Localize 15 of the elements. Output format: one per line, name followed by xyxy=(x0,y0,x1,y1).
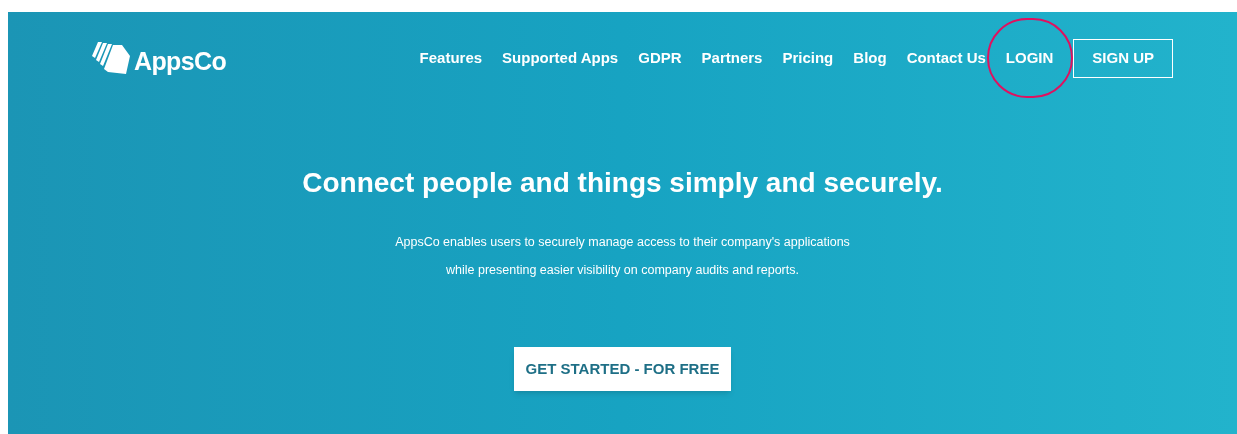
description-line: while presenting easier visibility on company audits and reports. xyxy=(446,261,799,279)
nav-link[interactable]: LOGIN xyxy=(1005,47,1054,70)
logo-text: AppsCo xyxy=(134,49,227,75)
nav-link[interactable]: Pricing xyxy=(782,47,834,70)
description-line: AppsCo enables users to securely manage access to their company's applications xyxy=(395,233,850,251)
nav-link[interactable]: Features xyxy=(419,47,483,70)
nav-link[interactable]: Contact Us xyxy=(906,47,986,70)
signup-button[interactable]: SIGN UP xyxy=(1073,39,1173,78)
nav-link[interactable]: Supported Apps xyxy=(502,47,619,70)
nav-link[interactable]: GDPR xyxy=(638,47,682,70)
nav-link[interactable]: Partners xyxy=(701,47,763,70)
get-started-button[interactable]: GET STARTED - FOR FREE xyxy=(513,346,732,391)
nav-link[interactable]: Blog xyxy=(853,47,887,70)
headline: Connect people and things simply and securely. xyxy=(302,165,943,200)
logo-icon xyxy=(92,42,132,75)
